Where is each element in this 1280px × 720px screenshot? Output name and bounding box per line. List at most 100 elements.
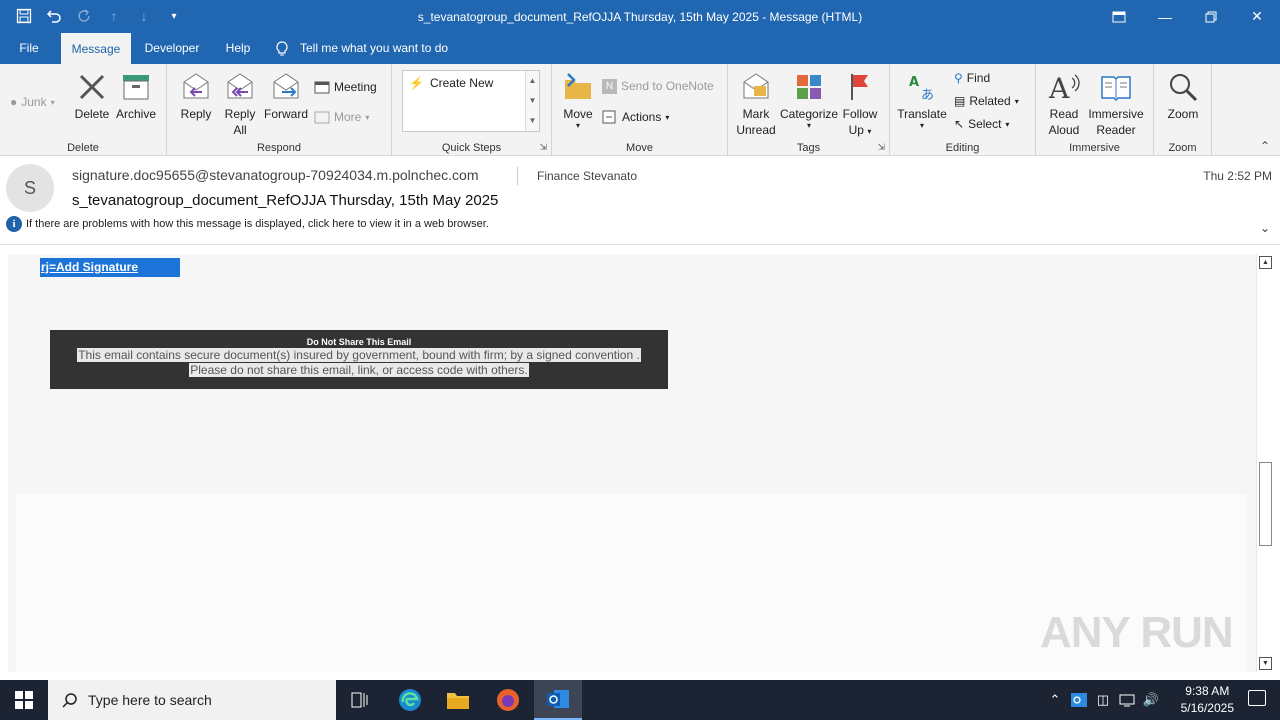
- chevron-down-icon[interactable]: ⌄: [1260, 221, 1270, 235]
- firefox-icon[interactable]: [484, 680, 532, 720]
- window-title: s_tevanatogroup_document_RefOJJA Thursda…: [417, 10, 863, 24]
- windows-start-icon[interactable]: [0, 680, 48, 720]
- message-subject: s_tevanatogroup_document_RefOJJA Thursda…: [72, 192, 499, 209]
- redo-icon[interactable]: [74, 6, 94, 26]
- ribbon: ● Junk ▾ Delete Archive Delete Reply Rep…: [0, 64, 1280, 156]
- notification-icon[interactable]: [1248, 690, 1266, 706]
- undo-icon[interactable]: [44, 6, 64, 26]
- group-immersive: A Read Aloud Immersive Reader Immersive: [1036, 64, 1154, 156]
- select-label: Select: [968, 117, 1002, 131]
- forward-icon: [269, 70, 303, 104]
- find-button[interactable]: ⚲ Find: [954, 68, 990, 88]
- more-icon: [314, 111, 330, 124]
- svg-text:A: A: [1048, 72, 1070, 102]
- show-hidden-icons-icon[interactable]: ⌃: [1046, 680, 1064, 720]
- meeting-button[interactable]: Meeting: [314, 77, 377, 97]
- task-view-icon[interactable]: [336, 680, 384, 720]
- outlook-icon[interactable]: [534, 680, 582, 720]
- categorize-button[interactable]: Categorize ▾: [780, 70, 838, 130]
- actions-button[interactable]: Actions ▾: [602, 107, 669, 127]
- scroll-down-icon[interactable]: ▼: [526, 91, 539, 111]
- quick-steps-scroll[interactable]: ▲ ▼ ▼: [525, 71, 539, 131]
- save-icon[interactable]: [14, 6, 34, 26]
- select-button[interactable]: ↖ Select ▾: [954, 114, 1009, 134]
- send-onenote-label: Send to OneNote: [621, 79, 714, 93]
- tell-me-search[interactable]: Tell me what you want to do: [276, 33, 466, 64]
- move-label: Move: [563, 107, 593, 121]
- mark-unread-label-line1: Mark: [742, 107, 770, 121]
- vertical-scrollbar[interactable]: ▲ ▼: [1256, 254, 1273, 672]
- device-icon[interactable]: ◫: [1094, 680, 1112, 720]
- outlook-tray-icon[interactable]: [1070, 680, 1088, 720]
- up-arrow-icon[interactable]: ↑: [104, 6, 124, 26]
- tab-message[interactable]: Message: [61, 33, 131, 64]
- search-icon: [62, 693, 77, 708]
- chevron-down-icon: ▾: [1005, 119, 1010, 129]
- tab-file[interactable]: File: [10, 33, 48, 64]
- taskbar-search[interactable]: Type here to search: [48, 680, 336, 720]
- customize-toolbar-icon[interactable]: ▾: [164, 6, 184, 26]
- tab-developer[interactable]: Developer: [139, 33, 205, 64]
- mark-unread-label-line2: Unread: [736, 123, 776, 137]
- file-explorer-icon[interactable]: [434, 680, 482, 720]
- scroll-thumb[interactable]: [1259, 462, 1272, 546]
- chevron-down-icon: ▾: [365, 112, 370, 122]
- ribbon-display-options-icon[interactable]: [1096, 0, 1142, 33]
- edge-icon[interactable]: [386, 680, 434, 720]
- network-icon[interactable]: [1117, 680, 1137, 720]
- archive-button[interactable]: Archive: [114, 70, 158, 122]
- group-respond: Reply Reply All Forward Meeting More ▾ R…: [167, 64, 392, 156]
- close-icon[interactable]: ✕: [1234, 0, 1280, 33]
- svg-text:あ: あ: [921, 88, 934, 102]
- group-quick-steps: ⚡ Create New ▲ ▼ ▼ Quick Steps ⇲: [392, 64, 552, 156]
- maximize-icon[interactable]: [1188, 0, 1234, 33]
- notice-title: Do Not Share This Email: [306, 337, 412, 347]
- follow-up-button[interactable]: Follow Up ▾: [840, 70, 880, 140]
- related-icon: ▤: [954, 94, 966, 108]
- zoom-button[interactable]: Zoom: [1162, 70, 1204, 122]
- group-immersive-label: Immersive: [1069, 142, 1120, 154]
- tab-help[interactable]: Help: [219, 33, 257, 64]
- group-tags-label: Tags: [796, 142, 821, 154]
- minimize-icon[interactable]: —: [1142, 0, 1188, 33]
- group-zoom: Zoom Zoom: [1154, 64, 1212, 156]
- recipient[interactable]: Finance Stevanato: [537, 169, 637, 183]
- more-button[interactable]: More ▾: [314, 107, 369, 127]
- expand-gallery-icon[interactable]: ▼: [526, 111, 539, 131]
- read-aloud-button[interactable]: A Read Aloud: [1044, 70, 1084, 138]
- translate-button[interactable]: Aあ Translate ▾: [896, 70, 948, 130]
- scroll-up-icon[interactable]: ▲: [526, 71, 539, 91]
- info-bar[interactable]: i If there are problems with how this me…: [6, 216, 489, 232]
- delete-button[interactable]: Delete: [72, 70, 112, 122]
- dialog-launcher-icon[interactable]: ⇲: [539, 142, 547, 153]
- move-button[interactable]: Move ▾: [560, 70, 596, 130]
- follow-up-label-line2: Up ▾: [840, 122, 880, 140]
- system-clock[interactable]: 9:38 AM 5/16/2025: [1181, 683, 1234, 717]
- sender-address[interactable]: signature.doc95655@stevanatogroup-709240…: [72, 167, 479, 183]
- related-button[interactable]: ▤ Related ▾: [954, 91, 1019, 111]
- volume-icon[interactable]: 🔊: [1141, 680, 1161, 720]
- archive-label: Archive: [115, 107, 156, 121]
- create-new-quick-step[interactable]: ⚡ Create New: [409, 76, 493, 90]
- immersive-reader-label-line2: Reader: [1096, 123, 1136, 137]
- reply-button[interactable]: Reply: [176, 70, 216, 122]
- group-zoom-label: Zoom: [1168, 142, 1197, 154]
- translate-label: Translate: [897, 107, 947, 121]
- immersive-reader-button[interactable]: Immersive Reader: [1086, 70, 1146, 138]
- send-to-onenote-button[interactable]: N Send to OneNote: [602, 76, 714, 96]
- scroll-down-icon[interactable]: ▼: [1259, 657, 1272, 670]
- scroll-up-icon[interactable]: ▲: [1259, 256, 1272, 269]
- received-time: Thu 2:52 PM: [1203, 169, 1272, 183]
- collapse-ribbon-icon[interactable]: ⌃: [1260, 139, 1270, 153]
- calendar-icon: [314, 81, 330, 94]
- forward-button[interactable]: Forward: [263, 70, 309, 122]
- dialog-launcher-icon[interactable]: ⇲: [877, 142, 885, 153]
- reply-all-label-line1: Reply: [224, 107, 256, 121]
- add-signature-link[interactable]: rj=Add Signature: [40, 258, 180, 277]
- reply-all-button[interactable]: Reply All: [220, 70, 260, 138]
- group-editing-label: Editing: [945, 142, 980, 154]
- junk-button[interactable]: ● Junk ▾: [10, 92, 55, 112]
- mark-unread-button[interactable]: Mark Unread: [734, 70, 778, 138]
- lightbulb-icon: [276, 40, 288, 55]
- down-arrow-icon[interactable]: ↓: [134, 6, 154, 26]
